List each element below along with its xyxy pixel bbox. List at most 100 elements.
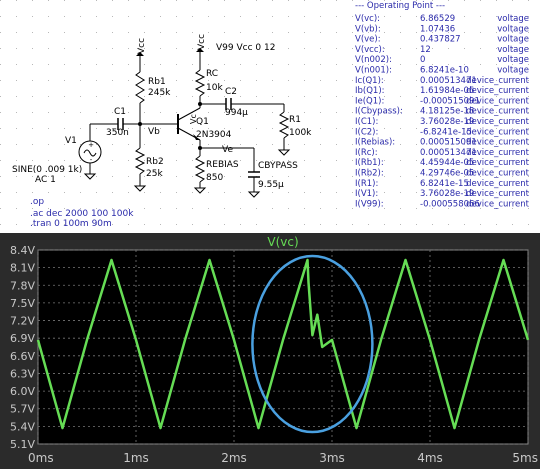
v1-ac-spec: AC 1 [35, 175, 56, 185]
op-row-name: I(V1): [355, 189, 378, 199]
op-row-unit: device_current [466, 107, 530, 117]
op-row-unit: device_current [466, 127, 530, 137]
ve-net-label: Ve [222, 145, 233, 155]
x-tick-label: 5ms [512, 451, 538, 465]
op-row-unit: device_current [466, 96, 530, 106]
op-row-name: V(vcc): [355, 45, 385, 55]
op-row-name: V(vb): [355, 24, 381, 34]
q1-label: Q1 [196, 117, 209, 127]
op-row-unit: device_current [466, 86, 530, 96]
op-row-unit: voltage [497, 14, 529, 24]
x-tick-label: 2ms [221, 451, 247, 465]
op-row-name: V(ve): [355, 35, 381, 45]
op-row-name: Ic(Q1): [355, 76, 384, 86]
op-row-value: 0 [420, 55, 425, 65]
x-tick-label: 0ms [28, 451, 54, 465]
y-tick-label: 5.4V [10, 420, 35, 433]
plot-area[interactable] [37, 249, 529, 445]
op-row-name: Ie(Q1): [355, 96, 384, 106]
op-row-value: 1.07436 [420, 24, 455, 34]
vc-junction [198, 102, 202, 106]
op-row-unit: device_current [466, 189, 530, 199]
v1-label: V1 [65, 136, 77, 146]
op-row-value: 6.8241e-15 [420, 179, 469, 189]
op-directive[interactable]: .op [30, 197, 44, 207]
r1-value: 100k [289, 128, 312, 138]
op-row-name: I(R1): [355, 179, 378, 189]
cbypass-label: CBYPASS [258, 161, 298, 171]
op-row-unit: voltage [497, 66, 529, 76]
cbypass-value: 9.55μ [258, 180, 284, 190]
svg-text:+: + [88, 141, 94, 149]
r1-label: R1 [289, 115, 301, 125]
op-row-unit: device_current [466, 199, 530, 209]
c1-value: 350n [106, 128, 129, 138]
op-row-unit: device_current [466, 169, 530, 179]
y-tick-label: 6.3V [10, 367, 35, 380]
op-row-name: I(Rb1): [355, 158, 384, 168]
vb-net-label: Vb [148, 127, 160, 137]
c2-label: C2 [225, 87, 237, 97]
op-row-unit: device_current [466, 158, 530, 168]
op-row-unit: voltage [497, 24, 529, 34]
y-tick-label: 7.2V [10, 315, 35, 328]
tran-directive[interactable]: .tran 0 100m 90m [30, 219, 112, 229]
op-row-unit: device_current [466, 117, 530, 127]
rebias-label: REBIAS [206, 160, 239, 170]
op-row-value: 12 [420, 45, 431, 55]
op-row-name: I(V99): [355, 199, 384, 209]
y-tick-label: 7.8V [10, 279, 35, 292]
op-row-unit: device_current [466, 148, 530, 158]
op-row-name: I(Rb2): [355, 169, 384, 179]
op-row-unit: voltage [497, 35, 529, 45]
rc-value: 10k [206, 83, 223, 93]
rb2-label: Rb2 [146, 157, 164, 167]
op-row-name: I(C1): [355, 117, 378, 127]
y-tick-label: 8.4V [10, 244, 35, 257]
svg-text:Vcc: Vcc [197, 34, 207, 50]
op-row-name: I(C2): [355, 127, 378, 137]
rc-label: RC [206, 69, 218, 79]
v1-source-spec: SINE(0 .009 1k) [12, 165, 82, 175]
op-row-unit: voltage [497, 45, 529, 55]
op-row-name: I(Cbypass): [355, 107, 403, 117]
op-row-unit: device_current [466, 179, 530, 189]
op-row-unit: voltage [497, 55, 529, 65]
x-tick-label: 1ms [123, 451, 149, 465]
op-row-value: -6.8241e-15 [420, 127, 472, 137]
op-row-name: V(n001): [355, 66, 392, 76]
y-tick-label: 8.1V [10, 262, 35, 275]
y-tick-label: 5.1V [10, 438, 35, 451]
rb1-label: Rb1 [148, 77, 166, 87]
y-tick-label: 7.5V [10, 297, 35, 310]
operating-point-title: --- Operating Point --- [355, 1, 445, 11]
rb1-value: 245k [148, 88, 171, 98]
x-tick-label: 4ms [417, 451, 443, 465]
op-row-name: I(Rebias): [355, 138, 395, 148]
op-row-name: V(vc): [355, 14, 380, 24]
y-tick-label: 5.7V [10, 403, 35, 416]
waveform-canvas[interactable]: V(vc) 5.1V 5.4V 5.7V 6.0V 6.3V 6.6V 6.9V 7.2V 7.… [0, 233, 540, 469]
op-row-name: Ib(Q1): [355, 86, 385, 96]
c2-value: 994μ [225, 108, 248, 118]
ac-directive[interactable]: .ac dec 2000 100 100k [30, 209, 134, 219]
y-tick-label: 6.6V [10, 350, 35, 363]
rebias-value: 850 [206, 173, 223, 183]
schematic-panel[interactable]: Vcc Vcc V99 Vcc 0 12 Rb1 245k RC 10k C2 … [0, 0, 540, 232]
op-row-unit: device_current [466, 76, 530, 86]
y-tick-label: 6.0V [10, 385, 35, 398]
op-row-unit: device_current [466, 138, 530, 148]
x-tick-label: 3ms [319, 451, 345, 465]
rb2-value: 25k [146, 169, 163, 179]
waveform-viewer[interactable]: V(vc) 5.1V 5.4V 5.7V 6.0V 6.3V 6.6V 6.9V 7.2V 7.… [0, 233, 540, 469]
op-row-value: 6.86529 [420, 14, 455, 24]
svg-text:Vcc: Vcc [137, 38, 147, 54]
op-row-value: 0.437827 [420, 35, 461, 45]
y-tick-label: 6.9V [10, 332, 35, 345]
plot-title[interactable]: V(vc) [267, 235, 298, 249]
q1-model: 2N3904 [196, 130, 232, 140]
schematic-canvas[interactable]: Vcc Vcc V99 Vcc 0 12 Rb1 245k RC 10k C2 … [0, 0, 540, 232]
v99-spice-directive[interactable]: V99 Vcc 0 12 [216, 43, 275, 53]
op-row-name: I(Rc): [355, 148, 378, 158]
op-row-value: 6.8241e-10 [420, 66, 469, 76]
